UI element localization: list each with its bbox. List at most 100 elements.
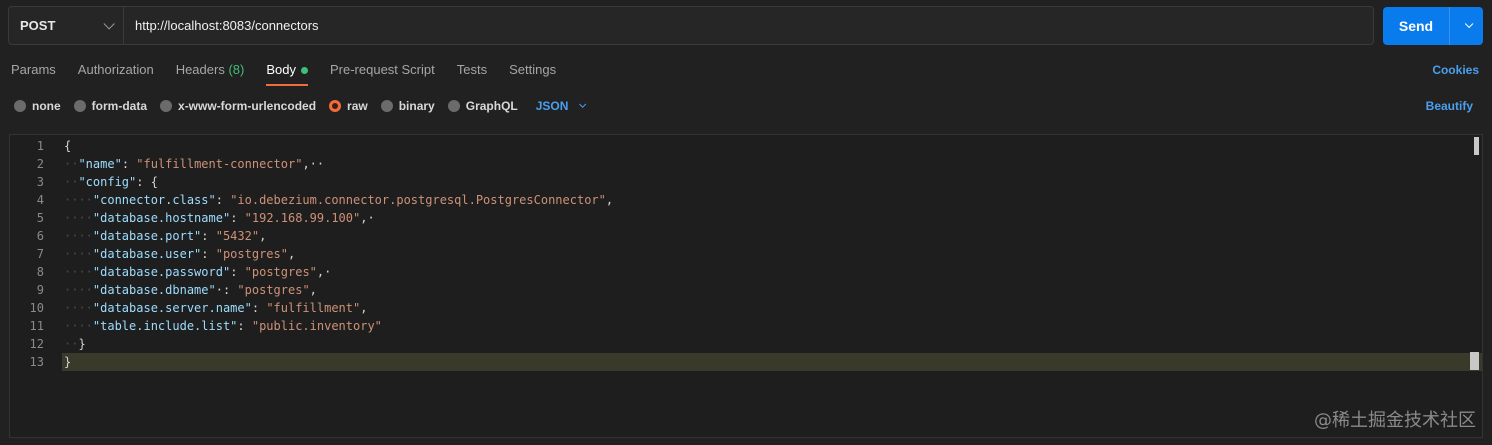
indent-whitespace: ···· (64, 211, 93, 225)
headers-count-badge: (8) (228, 62, 245, 77)
json-separator: ·: (215, 283, 238, 297)
code-line[interactable]: ····"database.hostname": "192.168.99.100… (62, 209, 1482, 227)
tab-pre-request-script[interactable]: Pre-request Script (319, 56, 446, 84)
tab-label: Tests (456, 62, 488, 77)
tab-settings[interactable]: Settings (498, 56, 567, 84)
mode-binary[interactable]: binary (380, 99, 435, 113)
json-key: "database.user" (92, 247, 202, 261)
code-line[interactable]: ····"database.password": "postgres",· (62, 263, 1482, 281)
code-line[interactable]: ··} (62, 335, 1482, 353)
mode-label: x-www-form-urlencoded (178, 99, 317, 113)
indent-whitespace: ·· (64, 175, 79, 189)
json-punctuation: , (605, 193, 614, 207)
json-string-value: "postgres" (244, 265, 317, 279)
code-line[interactable]: ··"config": { (62, 173, 1482, 191)
code-lines[interactable]: {··"name": "fulfillment-connector",·· ··"… (62, 135, 1482, 437)
indent-whitespace: ·· (64, 157, 79, 171)
language-select[interactable]: JSON (536, 99, 587, 113)
code-editor[interactable]: 1 2 3 4 5 6 7 8 9 10 11 12 13 {··"name": "fulfillmen… (9, 134, 1483, 438)
chevron-down-icon (103, 17, 115, 30)
json-key: "database.server.name" (92, 301, 252, 315)
radio-icon (380, 100, 393, 112)
mode-x-www-form-urlencoded[interactable]: x-www-form-urlencoded (160, 99, 316, 113)
code-line[interactable]: ····"database.user": "postgres", (62, 245, 1482, 263)
line-number: 1 (36, 139, 44, 153)
cookies-link[interactable]: Cookies (1432, 63, 1479, 77)
tab-headers[interactable]: Headers (8) (165, 56, 256, 84)
method-select[interactable]: POST (9, 7, 124, 44)
radio-selected-icon (329, 100, 342, 112)
request-url-bar: POST http://localhost:8083/connectors (8, 6, 1374, 45)
mode-form-data[interactable]: form-data (73, 99, 147, 113)
send-options-button[interactable] (1450, 7, 1483, 45)
send-button[interactable]: Send (1383, 7, 1450, 45)
json-string-value: "fulfillment" (266, 301, 361, 315)
indent-whitespace: ···· (64, 301, 93, 315)
indent-whitespace: ·· (64, 337, 79, 351)
tab-label: Settings (509, 62, 557, 77)
tab-label: Headers (175, 62, 225, 77)
json-punctuation: ,·· (302, 157, 325, 171)
line-number: 2 (36, 157, 44, 171)
line-number: 7 (36, 247, 44, 261)
json-punctuation: , (287, 247, 296, 261)
mode-label: GraphQL (465, 99, 518, 113)
method-label: POST (20, 18, 56, 33)
radio-icon (73, 100, 86, 112)
json-punctuation: { (64, 139, 72, 153)
chevron-down-icon (1464, 19, 1473, 29)
line-number: 13 (29, 355, 44, 369)
beautify-button[interactable]: Beautify (1426, 99, 1473, 113)
code-line[interactable]: ····"database.port": "5432", (62, 227, 1482, 245)
code-line[interactable]: } (62, 353, 1482, 371)
indent-whitespace: ···· (64, 265, 93, 279)
json-separator: : (237, 319, 252, 333)
json-string-value: "io.debezium.connector.postgresql.Postgr… (230, 193, 606, 207)
mode-raw[interactable]: raw (329, 99, 368, 113)
code-line[interactable]: ····"connector.class": "io.debezium.conn… (62, 191, 1482, 209)
indent-whitespace: ···· (64, 229, 93, 243)
json-string-value: "fulfillment-connector" (136, 157, 303, 171)
scrollbar-thumb[interactable] (1474, 137, 1479, 155)
scrollbar-marker (1470, 352, 1479, 370)
mode-label: binary (398, 99, 435, 113)
tab-params[interactable]: Params (0, 56, 67, 84)
url-input[interactable]: http://localhost:8083/connectors (124, 7, 1373, 44)
json-punctuation: , (259, 229, 267, 243)
tab-label: Body (266, 62, 296, 77)
mode-graphql[interactable]: GraphQL (447, 99, 518, 113)
json-key: "config" (78, 175, 137, 189)
watermark: @稀土掘金技术社区 (1314, 410, 1476, 431)
code-line[interactable]: ····"database.server.name": "fulfillment… (62, 299, 1482, 317)
code-line[interactable]: ····"database.dbname"·: "postgres", (62, 281, 1482, 299)
code-line[interactable]: ····"table.include.list": "public.invent… (62, 317, 1482, 335)
indent-whitespace: ···· (64, 247, 93, 261)
json-string-value: "192.168.99.100" (244, 211, 361, 225)
indent-whitespace: ···· (64, 193, 93, 207)
json-key: "connector.class" (92, 193, 216, 207)
json-punctuation: { (150, 175, 158, 189)
json-separator: : (230, 211, 245, 225)
code-line[interactable]: { (62, 137, 1482, 155)
json-separator: : (230, 265, 245, 279)
body-mode-selector: none form-data x-www-form-urlencoded raw… (14, 97, 587, 115)
tab-label: Pre-request Script (329, 62, 435, 77)
line-number: 11 (29, 319, 44, 333)
tab-body[interactable]: Body (255, 56, 319, 86)
chevron-down-icon (579, 100, 587, 108)
line-number: 5 (36, 211, 44, 225)
tab-tests[interactable]: Tests (446, 56, 498, 84)
json-punctuation: , (360, 301, 368, 315)
radio-icon (447, 100, 460, 112)
json-separator: : (201, 247, 216, 261)
code-line[interactable]: ··"name": "fulfillment-connector",·· (62, 155, 1482, 173)
json-punctuation: ,· (316, 265, 332, 279)
line-number: 10 (29, 301, 44, 315)
json-separator: : (251, 301, 267, 315)
request-tabs: Params Authorization Headers (8) Body Pr… (0, 56, 567, 86)
mode-none[interactable]: none (14, 99, 61, 113)
json-string-value: "postgres" (237, 283, 310, 297)
tab-authorization[interactable]: Authorization (67, 56, 165, 84)
json-key: "database.hostname" (92, 211, 231, 225)
send-button-group: Send (1383, 7, 1483, 45)
